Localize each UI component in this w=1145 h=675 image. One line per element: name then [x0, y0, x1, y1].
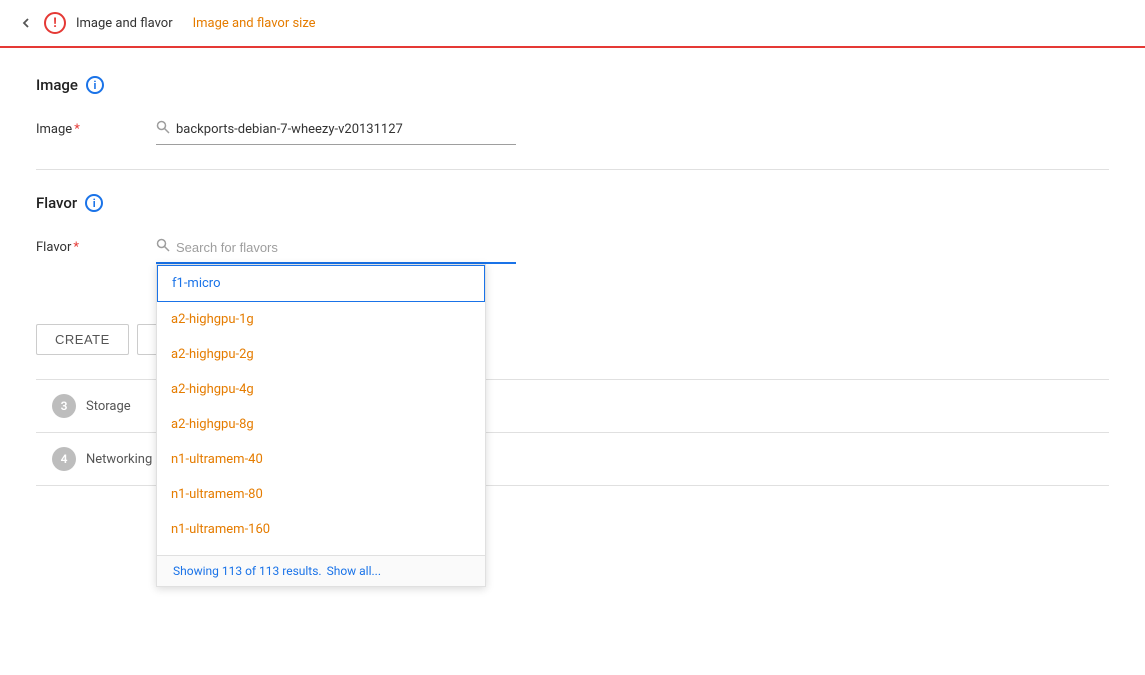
image-form-row: Image* backports-debian-7-wheezy-v201311…	[36, 114, 1109, 145]
step-number: 4	[52, 447, 76, 471]
dropdown-item-n1-ultramem-40[interactable]: n1-ultramem-40	[157, 442, 485, 477]
step-label: Networking	[86, 452, 152, 467]
section-sublabel: Image and flavor size	[193, 16, 316, 31]
dropdown-item-f1-micro[interactable]: f1-micro	[157, 265, 485, 302]
flavor-label: Flavor*	[36, 232, 156, 255]
image-info-icon[interactable]: i	[86, 76, 104, 94]
image-value: backports-debian-7-wheezy-v20131127	[176, 122, 403, 137]
flavor-dropdown-list: f1-microa2-highgpu-1ga2-highgpu-2ga2-hig…	[157, 265, 485, 555]
image-section-title: Image	[36, 76, 78, 94]
step-label: Storage	[86, 399, 131, 414]
dropdown-item-m1-ultramem-40[interactable]: m1-ultramem-40	[157, 547, 485, 555]
flavor-dropdown: f1-microa2-highgpu-1ga2-highgpu-2ga2-hig…	[156, 264, 486, 587]
dropdown-item-a2-highgpu-1g[interactable]: a2-highgpu-1g	[157, 302, 485, 337]
top-bar: ! Image and flavor Image and flavor size	[0, 0, 1145, 48]
main-layout: Image i Image* backports-debian-7-wheezy…	[0, 48, 1145, 675]
flavor-search-field[interactable]	[156, 232, 516, 264]
section-divider-1	[36, 169, 1109, 170]
image-search-icon	[156, 120, 170, 138]
image-control-wrap: backports-debian-7-wheezy-v20131127	[156, 114, 516, 145]
flavor-form-row: Flavor* f1-microa2-highgpu	[36, 232, 1109, 264]
dropdown-item-a2-highgpu-8g[interactable]: a2-highgpu-8g	[157, 407, 485, 442]
flavor-section-heading: Flavor i	[36, 194, 1109, 212]
dropdown-item-n1-ultramem-160[interactable]: n1-ultramem-160	[157, 512, 485, 547]
section-label: Image and flavor	[76, 16, 173, 31]
flavor-dropdown-footer: Showing 113 of 113 results. Show all...	[157, 555, 485, 586]
content-area: Image i Image* backports-debian-7-wheezy…	[0, 48, 1145, 675]
image-section-heading: Image i	[36, 76, 1109, 94]
back-chevron-icon[interactable]	[16, 13, 36, 33]
error-icon: !	[44, 12, 66, 34]
flavor-search-icon	[156, 238, 170, 256]
flavor-search-input[interactable]	[176, 240, 516, 255]
flavor-section-title: Flavor	[36, 194, 77, 212]
create-button[interactable]: CREATE	[36, 324, 129, 355]
dropdown-item-n1-ultramem-80[interactable]: n1-ultramem-80	[157, 477, 485, 512]
step-number: 3	[52, 394, 76, 418]
image-label: Image*	[36, 114, 156, 137]
dropdown-item-a2-highgpu-4g[interactable]: a2-highgpu-4g	[157, 372, 485, 407]
flavor-info-icon[interactable]: i	[85, 194, 103, 212]
footer-text: Showing 113 of 113 results.	[173, 564, 322, 578]
show-all-link[interactable]: Show all...	[327, 564, 381, 578]
image-input-field[interactable]: backports-debian-7-wheezy-v20131127	[156, 114, 516, 145]
dropdown-item-a2-highgpu-2g[interactable]: a2-highgpu-2g	[157, 337, 485, 372]
flavor-control-wrap: f1-microa2-highgpu-1ga2-highgpu-2ga2-hig…	[156, 232, 516, 264]
